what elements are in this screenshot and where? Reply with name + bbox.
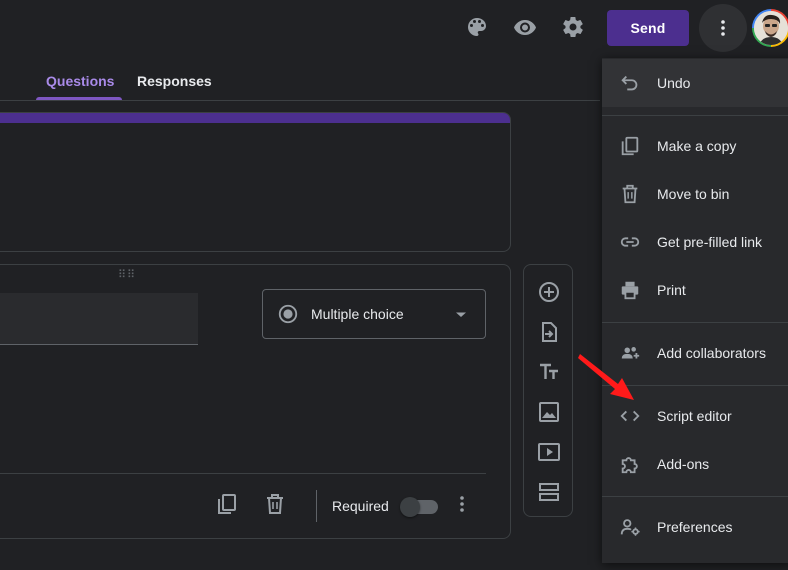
question-footer-divider — [0, 473, 486, 474]
menu-item-label: Print — [657, 282, 686, 298]
question-more-icon[interactable] — [450, 492, 474, 516]
floating-toolbar — [523, 264, 573, 517]
required-label: Required — [332, 498, 389, 514]
question-title-field[interactable] — [0, 293, 198, 344]
required-toggle-knob[interactable] — [400, 497, 420, 517]
menu-item-move-to-bin[interactable]: Move to bin — [602, 170, 788, 218]
palette-icon[interactable] — [463, 13, 491, 41]
menu-item-label: Add collaborators — [657, 345, 766, 361]
menu-divider — [602, 322, 788, 323]
annotation-arrow — [578, 350, 638, 405]
add-question-icon[interactable] — [537, 280, 561, 304]
delete-icon[interactable] — [263, 492, 287, 516]
question-field-underline — [0, 344, 198, 345]
menu-item-label: Script editor — [657, 408, 732, 424]
question-type-label: Multiple choice — [311, 306, 404, 322]
menu-item-get-pre-filled-link[interactable]: Get pre-filled link — [602, 218, 788, 266]
footer-vertical-separator — [316, 490, 317, 522]
person-settings-icon — [618, 515, 642, 539]
menu-divider — [602, 496, 788, 497]
more-vert-icon — [711, 16, 735, 40]
more-options-button[interactable] — [699, 4, 747, 52]
print-icon — [618, 278, 642, 302]
menu-item-label: Add-ons — [657, 456, 710, 472]
video-icon[interactable] — [537, 440, 561, 464]
menu-item-make-a-copy[interactable]: Make a copy — [602, 122, 788, 170]
menu-item-preferences[interactable]: Preferences — [602, 503, 788, 551]
eye-icon[interactable] — [511, 13, 539, 41]
copy-icon — [618, 134, 642, 158]
form-title-card[interactable] — [0, 112, 511, 252]
send-button[interactable]: Send — [607, 10, 689, 46]
menu-item-label: Undo — [657, 75, 691, 91]
gear-icon[interactable] — [559, 13, 587, 41]
import-questions-icon[interactable] — [537, 320, 561, 344]
title-card-accent-band — [0, 113, 510, 123]
section-icon[interactable] — [537, 480, 561, 504]
account-avatar[interactable] — [752, 9, 788, 47]
menu-item-add-ons[interactable]: Add-ons — [602, 440, 788, 488]
image-icon[interactable] — [537, 400, 561, 424]
question-type-dropdown[interactable]: Multiple choice — [262, 289, 486, 339]
menu-divider — [602, 115, 788, 116]
drag-handle-icon[interactable]: ⠿⠿ — [118, 270, 136, 281]
undo-icon — [618, 71, 642, 95]
tab-responses[interactable]: Responses — [137, 73, 212, 89]
link-icon — [618, 230, 642, 254]
menu-item-label: Get pre-filled link — [657, 234, 763, 250]
menu-item-label: Move to bin — [657, 186, 730, 202]
duplicate-icon[interactable] — [215, 492, 239, 516]
menu-item-undo[interactable]: Undo — [602, 59, 788, 107]
chevron-down-icon — [455, 311, 467, 319]
code-icon — [618, 404, 642, 428]
trash-icon — [618, 182, 642, 206]
puzzle-icon — [618, 452, 642, 476]
tab-divider — [0, 100, 600, 101]
menu-item-print[interactable]: Print — [602, 266, 788, 314]
more-options-menu: Undo Make a copy Move to bin Get pre-fil… — [602, 58, 788, 563]
menu-item-label: Preferences — [657, 519, 733, 535]
radio-button-icon — [277, 303, 299, 325]
title-text-icon[interactable] — [537, 360, 561, 384]
tab-questions[interactable]: Questions — [46, 73, 114, 89]
menu-item-label: Make a copy — [657, 138, 737, 154]
